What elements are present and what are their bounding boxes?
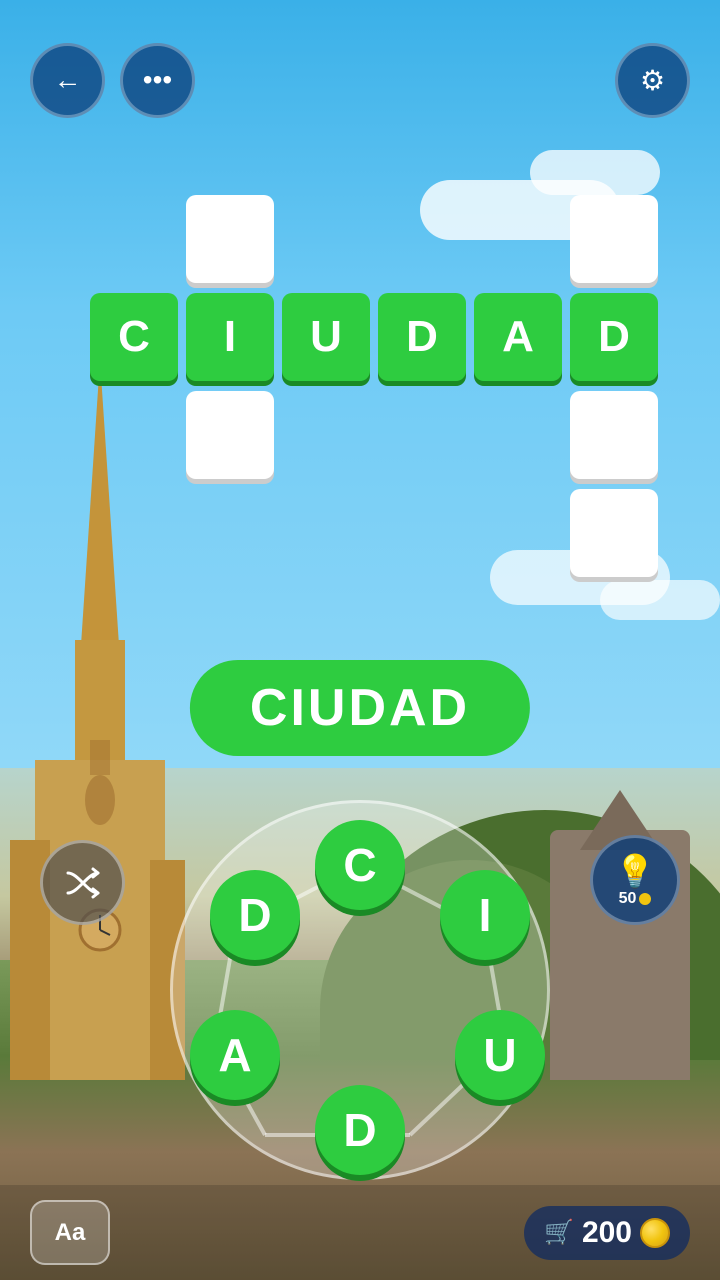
header: ← ••• ⚙ [0, 0, 720, 130]
grid-cell-1-0[interactable]: C [90, 293, 178, 381]
letter-I[interactable]: I [440, 870, 530, 960]
word-display: CIUDAD [190, 660, 530, 756]
grid-cell-1-5[interactable]: D [570, 293, 658, 381]
letter-U[interactable]: U [455, 1010, 545, 1100]
settings-button[interactable]: ⚙ [615, 43, 690, 118]
grid-cell-3-5[interactable] [570, 489, 658, 577]
letter-A[interactable]: A [190, 1010, 280, 1100]
grid-cell-0-1[interactable] [186, 195, 274, 283]
bottom-bar: Aa 🛒 200 [0, 1185, 720, 1280]
word-display-text: CIUDAD [250, 679, 470, 737]
shuffle-button[interactable] [40, 840, 125, 925]
more-icon: ••• [143, 64, 172, 96]
hint-coin-dot [639, 893, 651, 905]
letter-C[interactable]: C [315, 820, 405, 910]
shuffle-icon [63, 863, 103, 903]
settings-icon: ⚙ [640, 64, 665, 97]
back-button[interactable]: ← [30, 43, 105, 118]
hint-button[interactable]: 💡 50 [590, 835, 680, 925]
crossword-grid: C I U D A D [90, 195, 630, 575]
cart-icon: 🛒 [544, 1218, 574, 1247]
hint-icon: 💡 [615, 852, 655, 890]
letter-D-top[interactable]: D [210, 870, 300, 960]
letter-wheel[interactable]: C I U D A D [170, 800, 550, 1180]
grid-cell-1-2[interactable]: U [282, 293, 370, 381]
grid-cell-1-4[interactable]: A [474, 293, 562, 381]
gold-coin-icon [640, 1218, 670, 1248]
cloud-4 [600, 580, 720, 620]
hint-count: 50 [619, 890, 652, 908]
header-left: ← ••• [30, 43, 195, 118]
more-button[interactable]: ••• [120, 43, 195, 118]
letter-D-bottom[interactable]: D [315, 1085, 405, 1175]
coins-display[interactable]: 🛒 200 [524, 1206, 690, 1260]
grid-cell-1-1[interactable]: I [186, 293, 274, 381]
grid-cell-2-1[interactable] [186, 391, 274, 479]
cloud-2 [530, 150, 660, 195]
font-icon: Aa [55, 1219, 86, 1247]
coins-value: 200 [582, 1216, 632, 1250]
grid-cell-0-5[interactable] [570, 195, 658, 283]
grid-cell-2-5[interactable] [570, 391, 658, 479]
grid-cell-1-3[interactable]: D [378, 293, 466, 381]
back-icon: ← [54, 64, 82, 96]
font-button[interactable]: Aa [30, 1200, 110, 1265]
